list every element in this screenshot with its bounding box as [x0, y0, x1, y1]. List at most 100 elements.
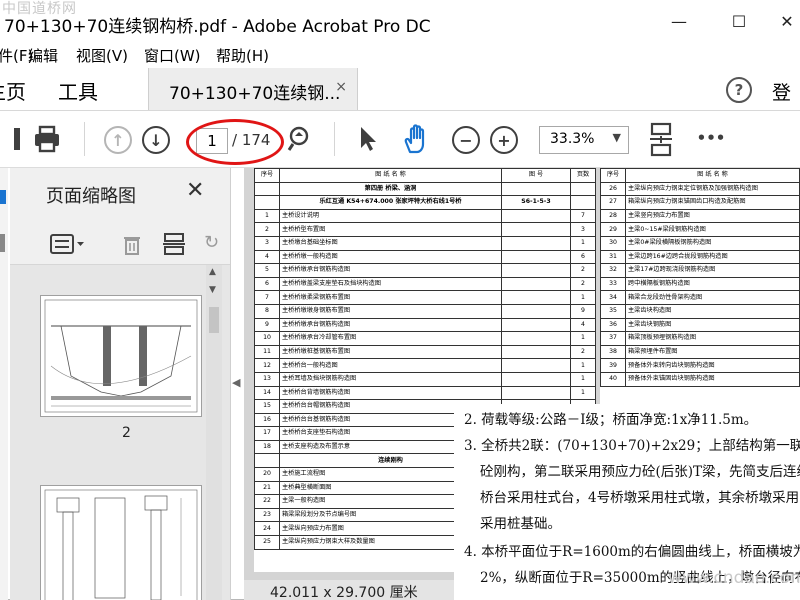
- next-page-icon[interactable]: ↓: [142, 126, 170, 154]
- tab-document[interactable]: 70+130+70连续钢... ×: [148, 68, 358, 110]
- zoom-select[interactable]: 33.3% ▼: [539, 126, 629, 154]
- table-cell: 18: [254, 439, 280, 455]
- table-row: 13 主桥耳墙及挡块钢筋构造图 1: [254, 371, 596, 387]
- table-cell: [501, 385, 571, 401]
- zoom-in-icon[interactable]: +: [490, 126, 518, 154]
- bookmark-icon[interactable]: [0, 190, 6, 204]
- scrollbar-thumb[interactable]: [209, 307, 219, 333]
- more-tools-icon[interactable]: •••: [696, 129, 726, 147]
- page-thumbnail[interactable]: [40, 485, 202, 600]
- table-cell: [501, 331, 571, 346]
- thumbnail-list: 2 ▲ ▼: [10, 265, 230, 600]
- hand-tool-icon[interactable]: [400, 122, 434, 156]
- maximize-button[interactable]: ☐: [726, 10, 752, 32]
- table-cell: 2: [570, 344, 596, 360]
- table-cell: 34: [600, 290, 626, 305]
- table-cell: 主桥桥墩桩基钢筋布置图: [279, 344, 502, 360]
- note-line: 2. 荷载等级:公路－Ⅰ级；桥面净宽:1x净11.5m。: [464, 412, 758, 428]
- table-row: 29 主梁0~15#梁段钢筋构造图: [600, 222, 800, 237]
- table-cell: 37: [600, 331, 626, 346]
- scroll-down-icon[interactable]: ▼: [209, 285, 216, 295]
- table-cell: 28: [600, 208, 626, 224]
- menu-help[interactable]: 帮助(H): [216, 45, 269, 66]
- table-cell: 主梁边跨16#边跨合拢段钢筋构造图: [625, 249, 800, 265]
- print-icon[interactable]: [32, 124, 62, 154]
- table-row: 3 主桥墩台基础坐标图 1: [254, 235, 596, 251]
- login-button[interactable]: 登: [772, 78, 791, 105]
- table-cell: 13: [254, 371, 280, 387]
- table-cell: 主梁竖向预应力布置图: [625, 208, 800, 224]
- table-cell: 27: [600, 195, 626, 210]
- attachment-icon[interactable]: [0, 234, 5, 252]
- table-row: 6 主桥桥墩盖梁支座垫石及挡块构造图 2: [254, 276, 596, 292]
- tab-home[interactable]: 主页: [0, 76, 26, 105]
- table-cell: 22: [254, 494, 280, 509]
- table-row: 5 主桥桥墩承台钢筋构造图 2: [254, 263, 596, 278]
- table-cell: 2: [254, 222, 280, 237]
- table-row: 8 主桥桥墩墩身钢筋布置图 9: [254, 303, 596, 319]
- rotate-icon[interactable]: ↻: [204, 232, 219, 253]
- collapse-panel-icon[interactable]: ◀: [232, 376, 240, 389]
- col-title-header: 图 纸 名 称: [279, 168, 502, 183]
- table-cell: 23: [254, 507, 280, 523]
- drawing-index-table-right: 序号 图 纸 名 称 26 主梁纵向预应力钢束定位钢筋及加强钢筋构造图 27 箱梁纵向…: [600, 168, 800, 387]
- chevron-down-icon: ▼: [612, 131, 621, 144]
- table-row: 31 主梁边跨16#边跨合拢段钢筋构造图: [600, 249, 800, 265]
- table-row: 14 主桥桥台背墙钢筋构造图 1: [254, 385, 596, 401]
- table-row: 34 箱梁合龙段劲性骨架构造图: [600, 290, 800, 305]
- table-cell: 主桥桥型布置图: [279, 222, 502, 237]
- scroll-mode-icon[interactable]: [648, 122, 674, 158]
- save-icon[interactable]: [14, 124, 20, 154]
- panel-title: 页面缩略图: [46, 186, 136, 207]
- menu-edit[interactable]: 编辑: [28, 45, 58, 66]
- table-cell: 主桥桥墩柔梁钢筋布置图: [279, 290, 502, 305]
- table-cell: [501, 276, 571, 292]
- table-cell: 30: [600, 235, 626, 251]
- page-thumbnail[interactable]: [40, 295, 202, 417]
- zoom-out-icon[interactable]: −: [452, 126, 480, 154]
- table-cell: 29: [600, 222, 626, 237]
- table-cell: 35: [600, 303, 626, 319]
- table-row: 27 箱梁纵向预应力钢束锚固齿口构造及配筋图: [600, 195, 800, 210]
- thumbnail-options-icon[interactable]: [50, 234, 86, 258]
- table-cell: 主桥桥台一般构造图: [279, 358, 502, 373]
- table-cell: 1: [570, 235, 596, 251]
- document-view[interactable]: 序号 图 纸 名 称 图 号 页数 第四册 桥梁、涵洞 乐红互通 K54+674…: [244, 168, 800, 600]
- insert-page-icon[interactable]: [162, 232, 186, 260]
- close-tab-icon[interactable]: ×: [335, 79, 347, 95]
- menu-view[interactable]: 视图(V): [76, 45, 128, 66]
- table-row: 32 主梁17#边跨现浇段钢筋构造图: [600, 263, 800, 278]
- minimize-button[interactable]: —: [666, 10, 692, 32]
- table-row: 36 主梁齿块钢筋图: [600, 317, 800, 333]
- table-cell: 箱梁预埋件布置图: [625, 344, 800, 360]
- table-row: 4 主桥桥墩一般构造图 6: [254, 249, 596, 265]
- delete-icon[interactable]: [120, 232, 144, 260]
- table-cell: 箱梁合龙段劲性骨架构造图: [625, 290, 800, 305]
- scroll-up-icon[interactable]: ▲: [209, 267, 216, 277]
- table-cell: 39: [600, 358, 626, 373]
- close-window-button[interactable]: ✕: [774, 10, 800, 32]
- page-zoom-icon[interactable]: [286, 124, 312, 154]
- select-cursor-icon[interactable]: [356, 124, 380, 154]
- col-figno-header: 图 号: [501, 168, 571, 183]
- table-cell: 主桥桥台背墙钢筋构造图: [279, 385, 502, 401]
- table-cell: 1: [570, 371, 596, 387]
- table-cell: 15: [254, 399, 280, 414]
- tab-tools[interactable]: 工具: [58, 76, 98, 105]
- table-row: 1 主桥设计说明 7: [254, 208, 596, 224]
- thumbnails-panel: 页面缩略图 ✕ ↻ 2 ▲ ▼: [10, 168, 231, 600]
- previous-page-icon[interactable]: ↑: [104, 126, 132, 154]
- table-cell: 25: [254, 535, 280, 550]
- table-row: 12 主桥桥台一般构造图 1: [254, 358, 596, 373]
- menu-window[interactable]: 窗口(W): [144, 45, 201, 66]
- thumbnail-scrollbar[interactable]: ▲ ▼: [206, 265, 222, 600]
- table-row: 38 箱梁预埋件布置图: [600, 344, 800, 360]
- table-cell: 主桥耳墙及挡块钢筋构造图: [279, 371, 502, 387]
- table-cell: 6: [570, 249, 596, 265]
- table-cell: 主梁17#边跨现浇段钢筋构造图: [625, 263, 800, 278]
- table-cell: 1: [570, 290, 596, 305]
- table-cell: 主桥桥墩一般构造图: [279, 249, 502, 265]
- panel-close-icon[interactable]: ✕: [186, 178, 204, 203]
- table-cell: 7: [570, 208, 596, 224]
- help-icon[interactable]: ?: [726, 77, 752, 103]
